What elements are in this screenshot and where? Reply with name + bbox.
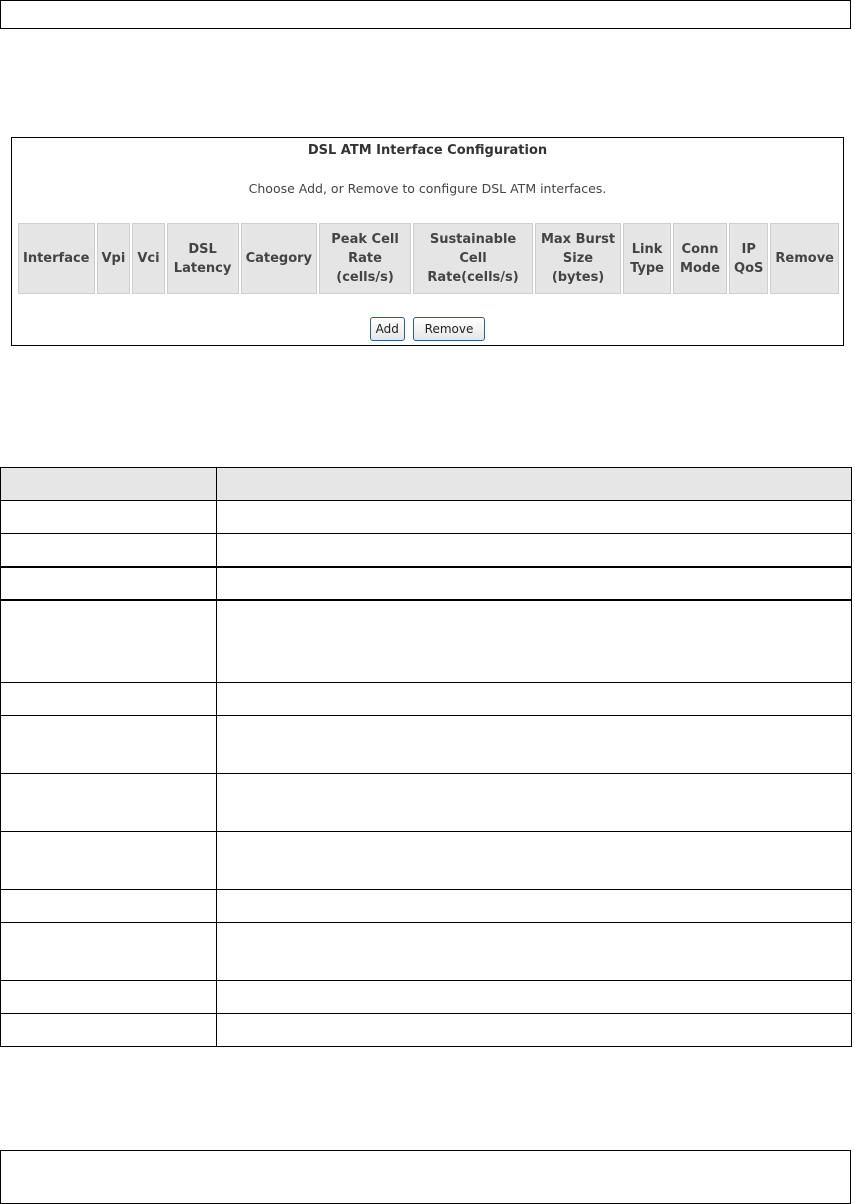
header-cell-2 xyxy=(216,467,852,501)
col-conn-mode: Conn Mode xyxy=(673,223,728,294)
table-row xyxy=(0,566,852,601)
atm-interface-table: Interface Vpi Vci DSL Latency Category P… xyxy=(16,221,841,296)
bottom-note-box xyxy=(0,1150,851,1204)
remove-button[interactable]: Remove xyxy=(412,317,486,341)
col-link-type: Link Type xyxy=(623,223,672,294)
table-row xyxy=(0,500,852,534)
table-row xyxy=(0,599,852,683)
col-max-burst-size: Max Burst Size (bytes) xyxy=(535,223,622,294)
panel-subtitle: Choose Add, or Remove to configure DSL A… xyxy=(248,181,607,196)
field-description-table xyxy=(0,467,852,1047)
table-row xyxy=(0,889,852,923)
col-dsl-latency: DSL Latency xyxy=(166,223,239,294)
table-row xyxy=(0,1013,852,1047)
table-row xyxy=(0,715,852,774)
col-vpi: Vpi xyxy=(96,223,131,294)
dsl-atm-interface-panel: DSL ATM Interface Configuration Choose A… xyxy=(11,137,844,346)
col-ip-qos: IP QoS xyxy=(729,223,769,294)
table-row xyxy=(0,980,852,1014)
col-peak-cell-rate: Peak Cell Rate (cells/s) xyxy=(319,223,412,294)
col-category: Category xyxy=(240,223,318,294)
table-row xyxy=(0,922,852,981)
col-interface: Interface xyxy=(18,223,95,294)
col-sustainable-cell-rate: Sustainable Cell Rate(cells/s) xyxy=(413,223,534,294)
col-remove: Remove xyxy=(770,223,839,294)
table-row xyxy=(0,773,852,832)
panel-title: DSL ATM Interface Configuration xyxy=(307,143,548,158)
col-vci: Vci xyxy=(132,223,165,294)
button-row: Add Remove xyxy=(12,317,843,341)
table-row xyxy=(0,682,852,716)
table-row xyxy=(0,533,852,568)
table-header-row: Interface Vpi Vci DSL Latency Category P… xyxy=(18,223,839,294)
table-row xyxy=(0,831,852,890)
table-header-row xyxy=(0,467,852,501)
header-cell-1 xyxy=(0,467,217,501)
top-note-box xyxy=(0,0,851,29)
add-button[interactable]: Add xyxy=(369,317,405,341)
